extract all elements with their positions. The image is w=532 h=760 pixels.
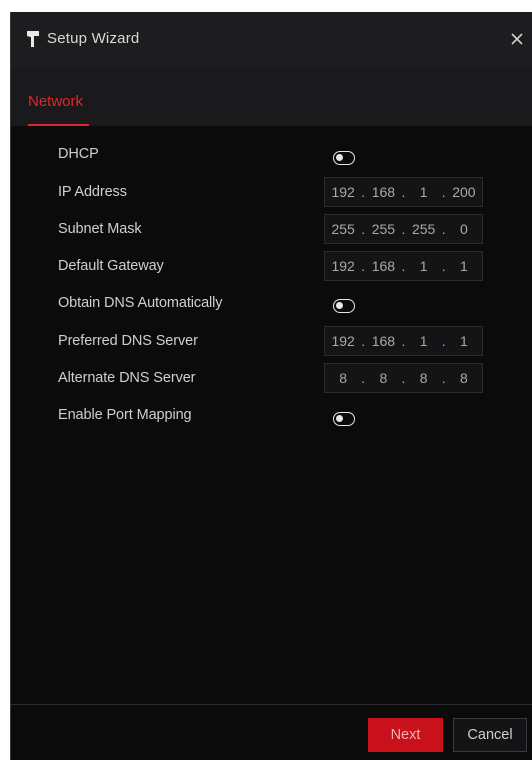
ip-octet: 1 bbox=[419, 184, 428, 200]
ip-octet: 1 bbox=[459, 258, 468, 274]
title-bar: Setup Wizard bbox=[11, 12, 532, 68]
ip-octet: 192 bbox=[331, 258, 355, 274]
footer-divider bbox=[11, 704, 532, 705]
default-gateway-label: Default Gateway bbox=[58, 258, 164, 274]
subnet-mask-field[interactable]: 255 . 255 . 255 . 0 bbox=[324, 214, 483, 244]
ip-octet: 0 bbox=[459, 221, 468, 237]
ip-octet: 255 bbox=[331, 221, 355, 237]
alternate-dns-label: Alternate DNS Server bbox=[58, 370, 196, 386]
obtain-dns-toggle[interactable] bbox=[333, 299, 355, 313]
wizard-icon bbox=[26, 30, 40, 48]
tab-network[interactable]: Network bbox=[28, 93, 83, 110]
dhcp-toggle[interactable] bbox=[333, 151, 355, 165]
dhcp-label: DHCP bbox=[58, 146, 99, 162]
ip-octet: 200 bbox=[452, 184, 476, 200]
ip-octet: 192 bbox=[331, 184, 355, 200]
ip-octet: 8 bbox=[419, 370, 428, 386]
obtain-dns-label: Obtain DNS Automatically bbox=[58, 295, 223, 311]
ip-octet: 255 bbox=[371, 221, 396, 237]
ip-octet: 168 bbox=[371, 333, 396, 349]
toggle-knob bbox=[336, 154, 343, 161]
ip-octet: 168 bbox=[371, 184, 396, 200]
ip-octet: 192 bbox=[331, 333, 355, 349]
subnet-mask-label: Subnet Mask bbox=[58, 221, 142, 237]
port-mapping-label: Enable Port Mapping bbox=[58, 407, 192, 423]
ip-octet: 8 bbox=[459, 370, 468, 386]
next-button[interactable]: Next bbox=[368, 718, 443, 752]
ip-octet: 1 bbox=[419, 258, 428, 274]
alternate-dns-field[interactable]: 8 . 8 . 8 . 8 bbox=[324, 363, 483, 393]
preferred-dns-label: Preferred DNS Server bbox=[58, 333, 198, 349]
port-mapping-toggle[interactable] bbox=[333, 412, 355, 426]
ip-octet: 255 bbox=[411, 221, 436, 237]
ip-octet: 1 bbox=[419, 333, 428, 349]
setup-wizard-dialog: Setup Wizard Network DHCP IP Address 192… bbox=[10, 12, 532, 760]
ip-octet: 1 bbox=[459, 333, 468, 349]
ip-octet: 8 bbox=[339, 370, 348, 386]
close-icon[interactable] bbox=[510, 32, 524, 46]
ip-octet: 8 bbox=[379, 370, 388, 386]
ip-address-field[interactable]: 192 . 168 . 1 . 200 bbox=[324, 177, 483, 207]
dialog-title: Setup Wizard bbox=[47, 30, 140, 47]
tab-bar: Network bbox=[11, 68, 532, 126]
cancel-button[interactable]: Cancel bbox=[453, 718, 527, 752]
network-settings-form: DHCP IP Address 192 . 168 . 1 . 200 Subn… bbox=[11, 126, 532, 714]
toggle-knob bbox=[336, 302, 343, 309]
toggle-knob bbox=[336, 415, 343, 422]
default-gateway-field[interactable]: 192 . 168 . 1 . 1 bbox=[324, 251, 483, 281]
preferred-dns-field[interactable]: 192 . 168 . 1 . 1 bbox=[324, 326, 483, 356]
ip-address-label: IP Address bbox=[58, 184, 127, 200]
ip-octet: 168 bbox=[371, 258, 396, 274]
